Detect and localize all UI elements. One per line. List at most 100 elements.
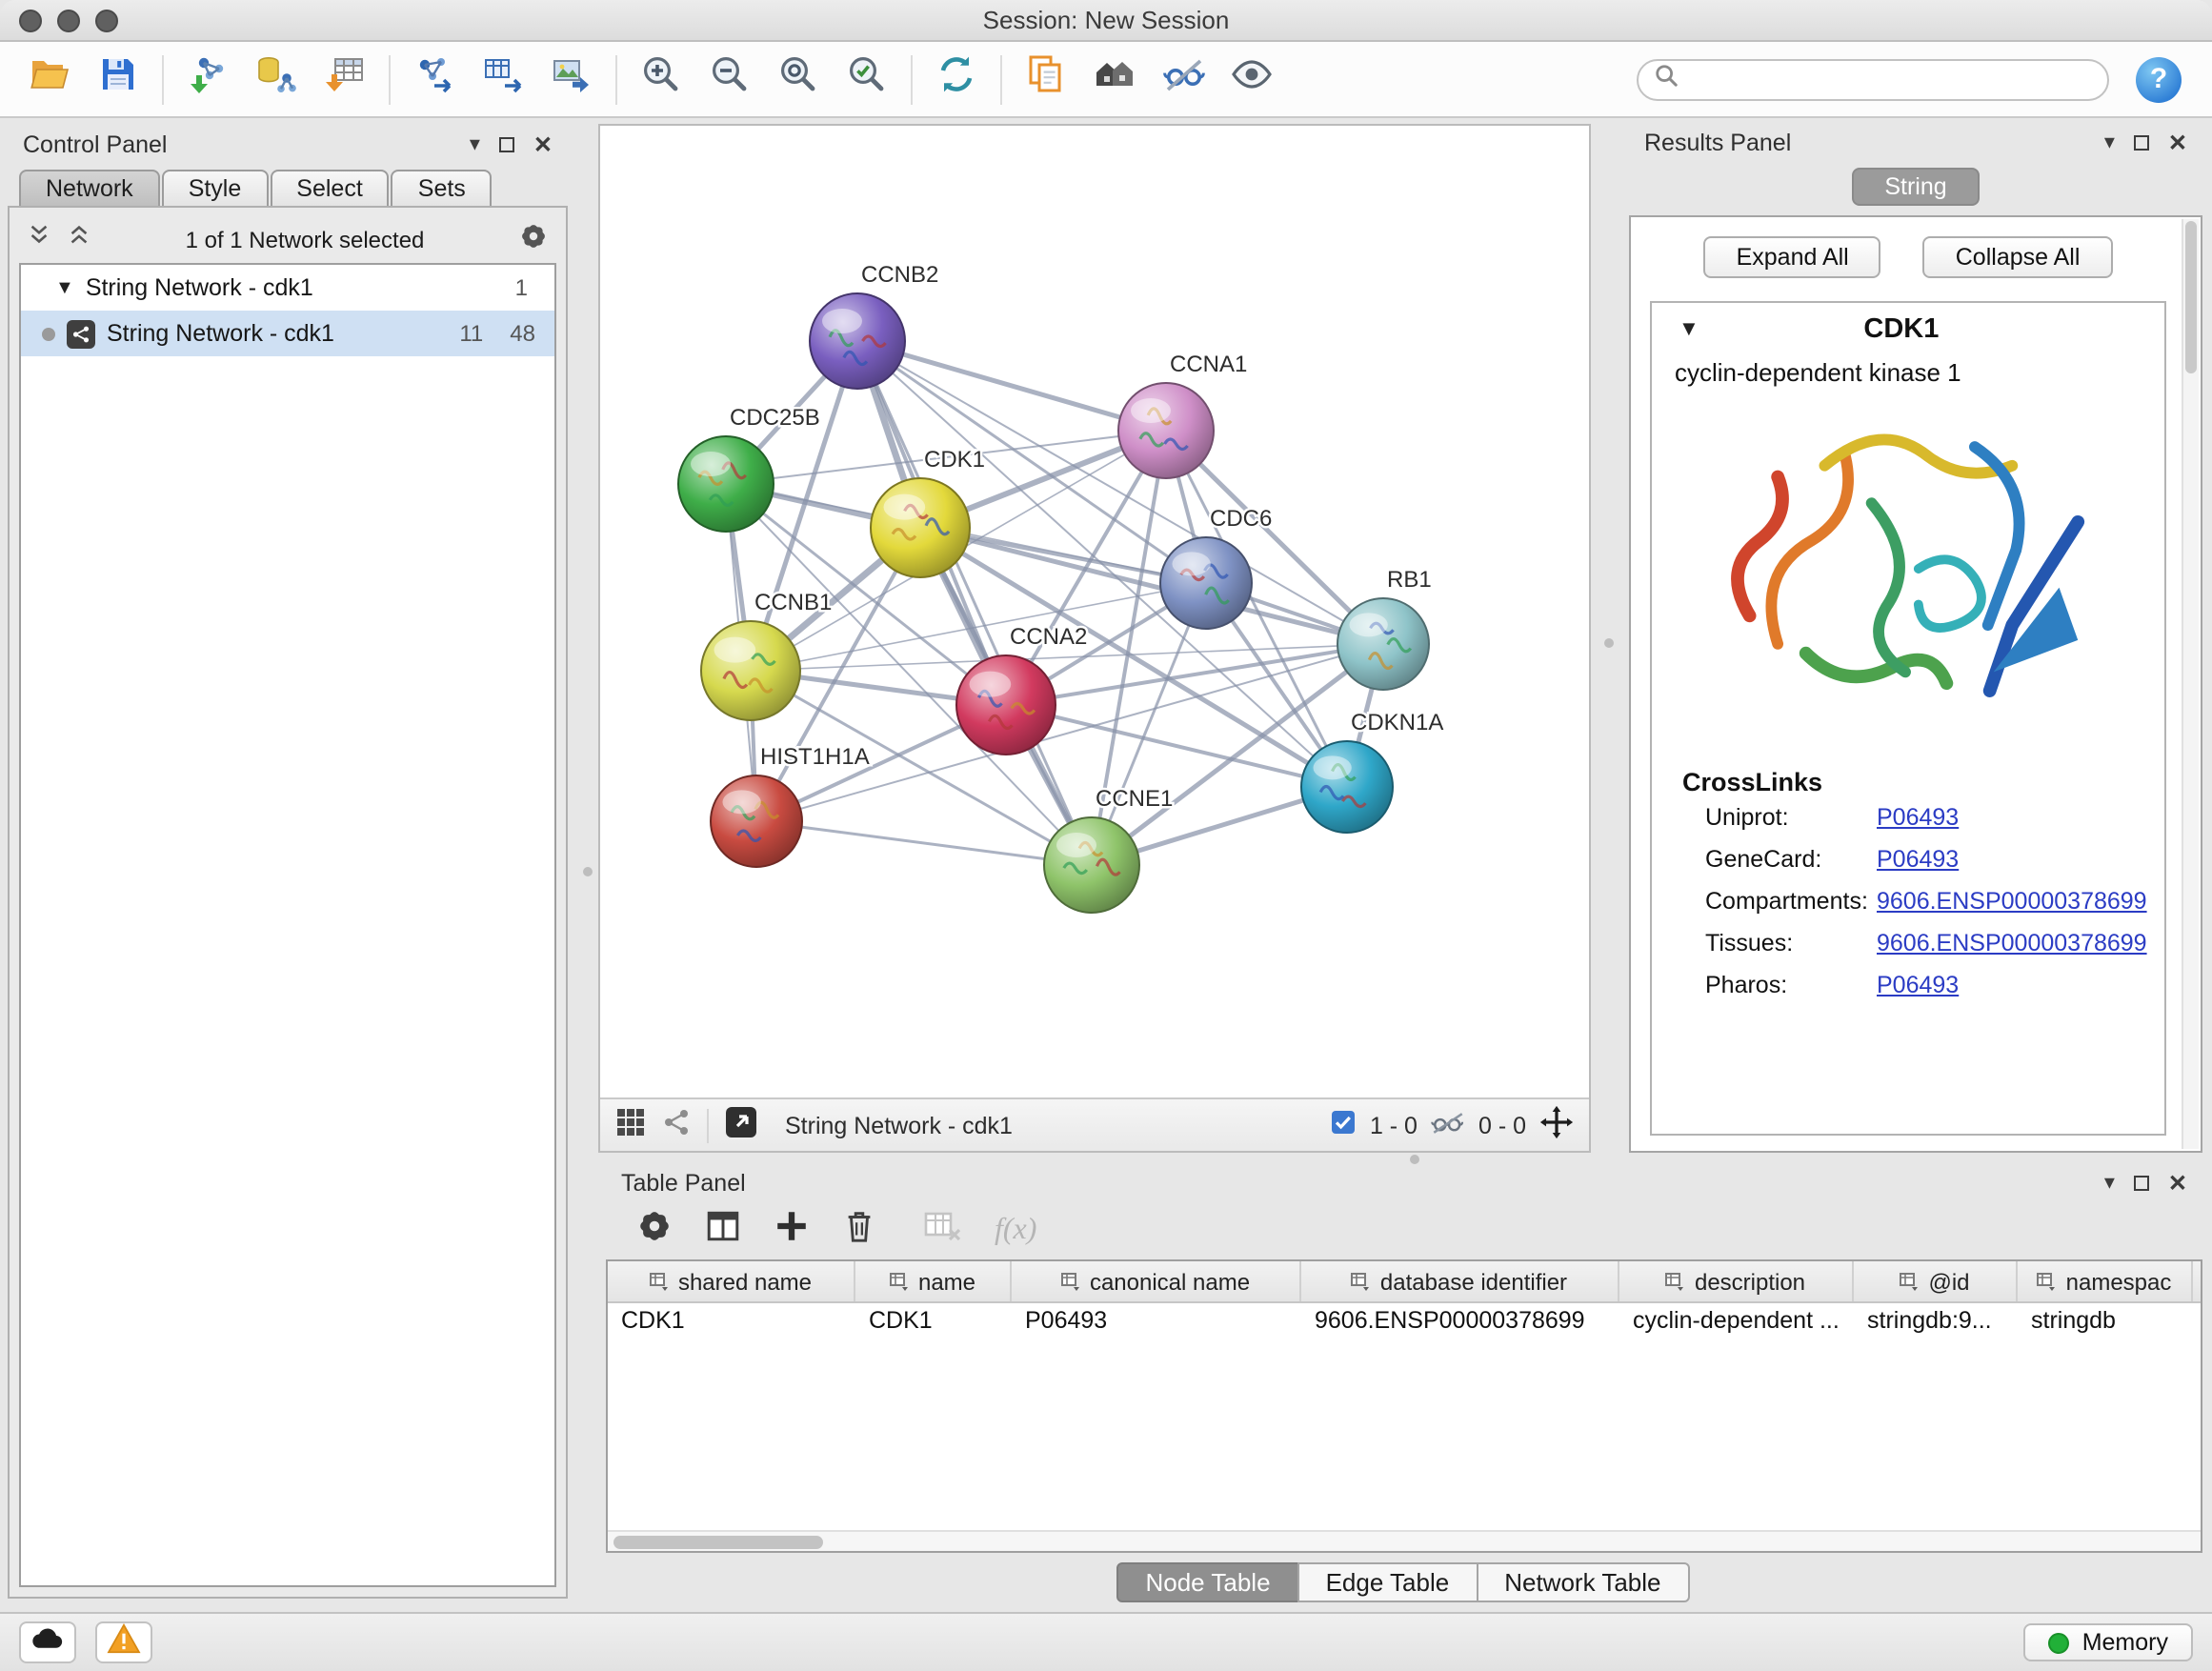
tab-edge-table[interactable]: Edge Table: [1297, 1562, 1478, 1602]
column-header-name[interactable]: name: [855, 1261, 1012, 1301]
minimize-window-button[interactable]: [57, 9, 80, 31]
help-button[interactable]: ?: [2136, 56, 2182, 102]
maximize-window-button[interactable]: [95, 9, 118, 31]
results-scrollbar[interactable]: [2182, 219, 2199, 1149]
grid-view-icon[interactable]: [615, 1107, 646, 1143]
network-canvas[interactable]: CCNB2CCNA1CDC25BCDK1CDC6RB1CCNB1CCNA2CDK…: [600, 126, 1589, 1097]
crosslink-link[interactable]: P06493: [1877, 972, 1959, 998]
network-collection-row[interactable]: ▼ String Network - cdk1 1: [21, 265, 554, 311]
crosslink-link[interactable]: P06493: [1877, 846, 1959, 873]
edge-CCNB2-CCNE1[interactable]: [857, 341, 1092, 865]
table-horizontal-scrollbar[interactable]: [608, 1530, 2201, 1551]
table-cell[interactable]: CDK1: [608, 1303, 855, 1341]
search-input[interactable]: [1690, 66, 2092, 92]
tab-sets[interactable]: Sets: [392, 170, 493, 206]
panel-close-button[interactable]: ✕: [2168, 1172, 2187, 1195]
splitter-handle[interactable]: [583, 867, 593, 876]
crosslink-link[interactable]: 9606.ENSP00000378699: [1877, 930, 2147, 956]
delete-column-trash-icon[interactable]: [842, 1208, 876, 1254]
splitter-handle[interactable]: [1410, 1155, 1419, 1164]
table-cell[interactable]: CDK1: [855, 1303, 1012, 1341]
edge-CCNA2-CDKN1A[interactable]: [1006, 705, 1347, 787]
node-RB1[interactable]: [1337, 598, 1429, 690]
table-cell[interactable]: 9606.ENSP00000378699: [1301, 1303, 1619, 1341]
tab-select[interactable]: Select: [270, 170, 390, 206]
panel-float-button[interactable]: [2134, 135, 2149, 151]
close-window-button[interactable]: [19, 9, 42, 31]
tab-network[interactable]: Network: [19, 170, 160, 206]
zoom-out-button[interactable]: [695, 49, 764, 110]
panel-close-button[interactable]: ✕: [533, 133, 553, 156]
import-network-from-file-button[interactable]: [173, 49, 242, 110]
collapse-all-networks-icon[interactable]: [27, 223, 51, 257]
export-view-icon[interactable]: [724, 1105, 758, 1145]
node-CDC6[interactable]: [1160, 537, 1252, 629]
column-header-database-identifier[interactable]: database identifier: [1301, 1261, 1619, 1301]
apply-layout-button[interactable]: [922, 49, 991, 110]
open-session-button[interactable]: [15, 49, 84, 110]
panel-float-button[interactable]: [499, 137, 514, 152]
network-row[interactable]: String Network - cdk1 11 48: [21, 311, 554, 356]
node-CCNB2[interactable]: [810, 293, 905, 389]
panel-float-button[interactable]: [2134, 1176, 2149, 1191]
gear-icon[interactable]: [518, 220, 549, 260]
column-header-canonical-name[interactable]: canonical name: [1012, 1261, 1301, 1301]
node-CDK1[interactable]: [871, 478, 970, 577]
search-field[interactable]: [1637, 58, 2109, 100]
node-CCNE1[interactable]: [1044, 817, 1139, 913]
import-table-from-file-button[interactable]: [311, 49, 379, 110]
select-columns-icon[interactable]: [705, 1208, 741, 1254]
export-image-button[interactable]: [537, 49, 606, 110]
node-CCNB1[interactable]: [701, 621, 800, 720]
expand-all-button[interactable]: Expand All: [1704, 236, 1881, 278]
panel-collapse-button[interactable]: ▾: [470, 134, 480, 155]
zoom-fit-button[interactable]: [764, 49, 833, 110]
node-CDC25B[interactable]: [678, 436, 774, 532]
zoom-selected-button[interactable]: [833, 49, 901, 110]
tab-node-table[interactable]: Node Table: [1116, 1562, 1298, 1602]
crosslink-link[interactable]: 9606.ENSP00000378699: [1877, 888, 2147, 915]
edge-CCNE1-HIST1H1A[interactable]: [756, 821, 1092, 865]
memory-button[interactable]: Memory: [2023, 1623, 2193, 1661]
panel-collapse-button[interactable]: ▾: [2104, 1173, 2115, 1194]
crosslink-link[interactable]: P06493: [1877, 804, 1959, 831]
tab-style[interactable]: Style: [162, 170, 269, 206]
tab-string[interactable]: String: [1852, 167, 1979, 205]
scrollbar-thumb[interactable]: [613, 1536, 823, 1549]
edge-RB1-HIST1H1A[interactable]: [756, 644, 1383, 821]
column-header-namespac[interactable]: namespac: [2018, 1261, 2193, 1301]
export-network-button[interactable]: [400, 49, 469, 110]
network-graph[interactable]: CCNB2CCNA1CDC25BCDK1CDC6RB1CCNB1CCNA2CDK…: [600, 126, 1589, 1097]
table-cell[interactable]: stringdb: [2018, 1303, 2193, 1341]
card-collapse-caret-icon[interactable]: ▼: [1679, 317, 1699, 340]
table-cell[interactable]: cyclin-dependent ...: [1619, 1303, 1854, 1341]
pan-crosshair-icon[interactable]: [1539, 1105, 1574, 1145]
column-header-description[interactable]: description: [1619, 1261, 1854, 1301]
import-network-from-database-button[interactable]: [242, 49, 311, 110]
share-view-icon[interactable]: [661, 1107, 692, 1143]
cloud-button[interactable]: [19, 1621, 76, 1663]
splitter-handle[interactable]: [1604, 638, 1614, 648]
table-cell[interactable]: stringdb:9...: [1854, 1303, 2018, 1341]
column-header-shared-name[interactable]: shared name: [608, 1261, 855, 1301]
expand-all-networks-icon[interactable]: [67, 223, 91, 257]
node-CCNA1[interactable]: [1118, 383, 1214, 478]
table-row[interactable]: CDK1CDK1P064939606.ENSP00000378699cyclin…: [608, 1303, 2201, 1341]
export-table-button[interactable]: [469, 49, 537, 110]
add-column-plus-icon[interactable]: [774, 1208, 810, 1254]
hide-details-button[interactable]: [1149, 49, 1217, 110]
show-details-button[interactable]: [1217, 49, 1286, 110]
column-header--id[interactable]: @id: [1854, 1261, 2018, 1301]
warnings-button[interactable]: [95, 1621, 152, 1663]
tab-network-table[interactable]: Network Table: [1476, 1562, 1689, 1602]
welcome-screen-button[interactable]: [1080, 49, 1149, 110]
node-HIST1H1A[interactable]: [711, 775, 802, 867]
panel-close-button[interactable]: ✕: [2168, 131, 2187, 154]
table-cell[interactable]: P06493: [1012, 1303, 1301, 1341]
panel-collapse-button[interactable]: ▾: [2104, 132, 2115, 153]
collapse-all-button[interactable]: Collapse All: [1923, 236, 2113, 278]
tree-expand-caret-icon[interactable]: ▼: [55, 277, 74, 298]
create-view-button[interactable]: [1012, 49, 1080, 110]
node-CCNA2[interactable]: [956, 655, 1056, 755]
table-settings-gear-icon[interactable]: [636, 1208, 673, 1254]
